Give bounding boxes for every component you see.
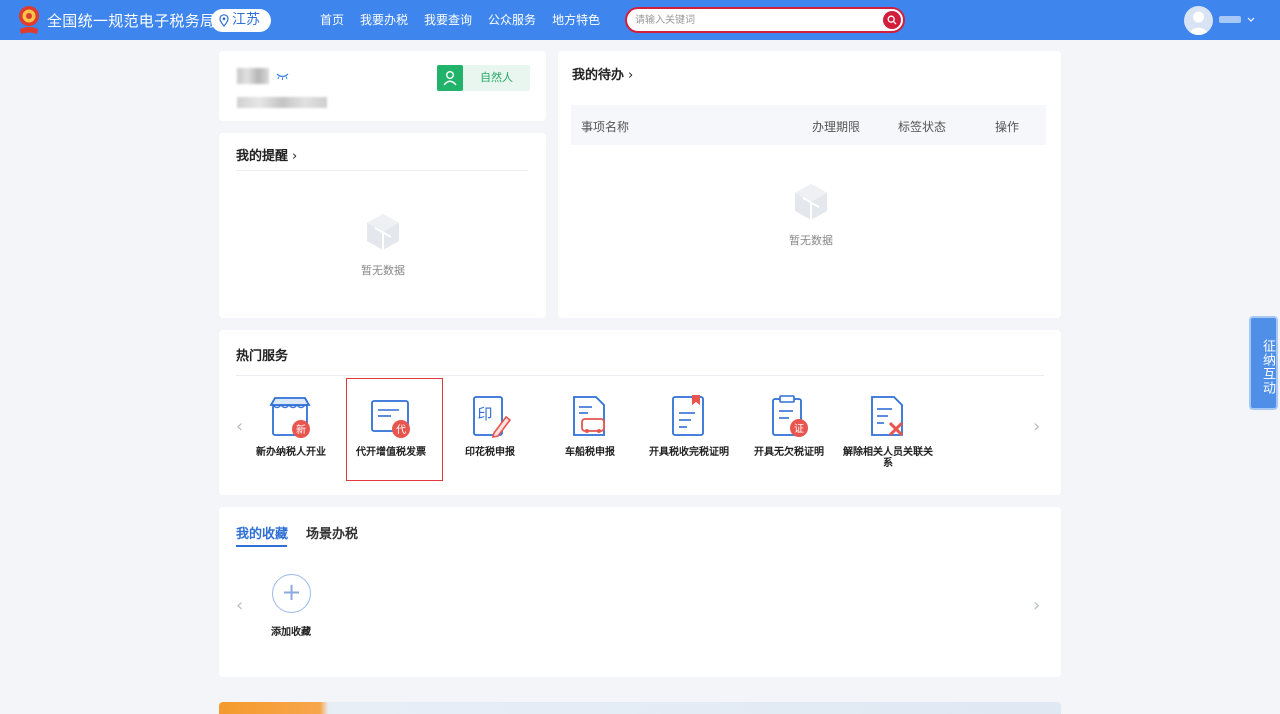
active-tab-indicator <box>236 545 287 547</box>
identity-badge[interactable]: 自然人 <box>437 65 530 91</box>
region-selector[interactable]: 江苏 <box>211 9 271 32</box>
chevron-down-icon[interactable] <box>1247 17 1255 23</box>
empty-box-icon <box>367 214 399 250</box>
service-label: 开具无欠税证明 <box>754 447 824 458</box>
divider <box>236 170 528 171</box>
divider <box>236 375 1044 376</box>
eye-closed-icon[interactable] <box>276 72 289 80</box>
service-vehicle-tax[interactable]: 车船税申报 <box>542 395 638 458</box>
search-box <box>625 7 905 33</box>
hot-services-title: 热门服务 <box>236 349 289 364</box>
service-tax-payment-certificate[interactable]: 开具税收完税证明 <box>641 395 737 458</box>
user-silhouette-icon <box>1187 11 1210 35</box>
todo-table-header: 事项名称 办理期限 标签状态 操作 <box>571 105 1046 145</box>
tab-scenario-tax[interactable]: 场景办税 <box>306 523 358 542</box>
tab-my-favorites[interactable]: 我的收藏 <box>236 523 288 542</box>
col-deadline: 办理期限 <box>812 120 861 134</box>
tax-emblem-icon <box>19 6 39 34</box>
nav-home[interactable]: 首页 <box>320 0 344 40</box>
col-item-name: 事项名称 <box>581 120 630 134</box>
user-avatar[interactable] <box>1184 6 1213 35</box>
todo-title[interactable]: 我的待办 › <box>572 64 633 83</box>
vat-invoice-icon: 代 <box>369 395 413 441</box>
empty-box-icon <box>795 184 827 220</box>
main-nav: 首页 我要办税 我要查询 公众服务 地方特色 <box>320 0 616 40</box>
todo-empty: 暂无数据 <box>771 182 851 248</box>
person-icon <box>437 65 463 91</box>
identity-label: 自然人 <box>480 71 513 84</box>
nav-local-feature[interactable]: 地方特色 <box>552 0 600 40</box>
region-label: 江苏 <box>232 12 260 28</box>
add-favorite-button[interactable]: + <box>272 574 311 613</box>
remove-relation-icon <box>866 395 910 441</box>
service-vat-invoice[interactable]: 代 代开增值税发票 <box>343 395 439 458</box>
search-icon <box>887 15 897 25</box>
empty-label: 暂无数据 <box>789 234 833 247</box>
stamp-tax-icon: 印 <box>468 395 512 441</box>
hot-services-next-arrow[interactable]: › <box>1033 416 1040 437</box>
service-label: 车船税申报 <box>565 447 615 458</box>
user-name-redacted[interactable] <box>1219 16 1241 23</box>
favorites-prev-arrow[interactable]: ‹ <box>236 595 243 616</box>
add-favorite-label: 添加收藏 <box>271 627 311 638</box>
service-label: 代开增值税发票 <box>356 447 426 458</box>
service-no-tax-arrears-certificate[interactable]: 证 开具无欠税证明 <box>741 395 837 458</box>
favorites-next-arrow[interactable]: › <box>1033 595 1040 616</box>
plus-icon: + <box>281 578 302 606</box>
vehicle-tax-icon <box>568 395 612 441</box>
service-label: 解除相关人员关联关系 <box>843 447 933 469</box>
col-actions: 操作 <box>995 120 1020 134</box>
no-tax-arrears-certificate-icon: 证 <box>767 395 811 441</box>
nav-query[interactable]: 我要查询 <box>424 0 472 40</box>
tax-payment-certificate-icon <box>667 395 711 441</box>
top-header: 全国统一规范电子税务局 江苏 首页 我要办税 我要查询 公众服务 地方特色 <box>0 0 1280 40</box>
service-new-taxpayer[interactable]: 新 新办纳税人开业 <box>243 395 339 458</box>
user-name-blurred <box>237 68 269 84</box>
svg-text:代: 代 <box>396 424 406 436</box>
reminders-title[interactable]: 我的提醒 › <box>236 145 297 164</box>
bottom-banner[interactable] <box>219 702 1061 714</box>
site-title[interactable]: 全国统一规范电子税务局 <box>47 10 215 31</box>
service-label: 开具税收完税证明 <box>649 447 729 458</box>
search-input[interactable] <box>635 12 875 28</box>
service-label: 印花税申报 <box>465 447 515 458</box>
search-button[interactable] <box>883 11 901 29</box>
svg-text:证: 证 <box>794 423 804 435</box>
nav-handle-tax[interactable]: 我要办税 <box>360 0 408 40</box>
col-tag-status: 标签状态 <box>898 120 947 134</box>
location-pin-icon <box>219 14 229 27</box>
reminders-empty: 暂无数据 <box>343 212 423 278</box>
svg-text:新: 新 <box>296 423 306 436</box>
service-label: 新办纳税人开业 <box>256 447 326 458</box>
tax-interaction-float-button[interactable]: 征纳互动 <box>1249 316 1278 410</box>
empty-label: 暂无数据 <box>361 264 405 277</box>
service-remove-relation[interactable]: 解除相关人员关联关系 <box>840 395 936 469</box>
nav-public-service[interactable]: 公众服务 <box>488 0 536 40</box>
service-stamp-tax[interactable]: 印 印花税申报 <box>442 395 538 458</box>
user-id-blurred <box>237 97 327 108</box>
new-taxpayer-icon: 新 <box>269 395 313 441</box>
svg-text:印: 印 <box>477 405 492 423</box>
